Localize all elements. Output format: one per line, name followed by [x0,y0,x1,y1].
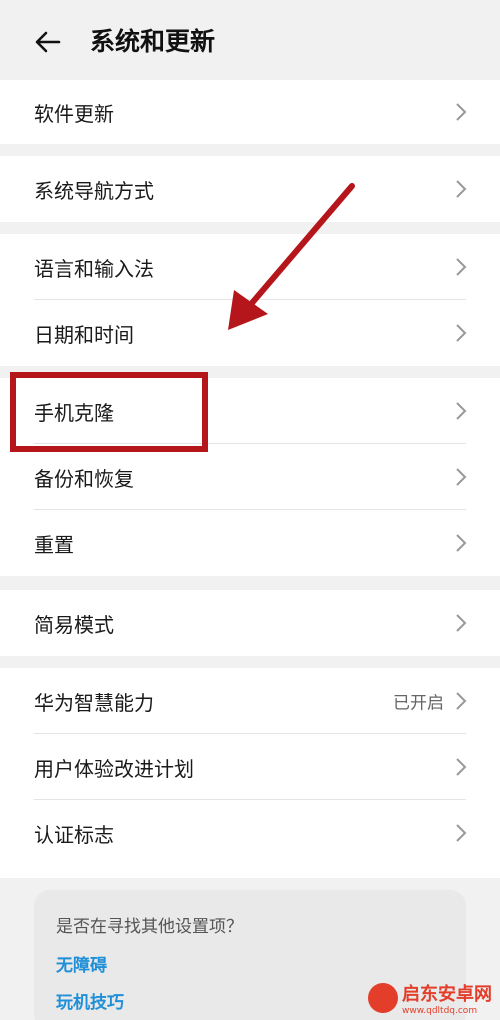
settings-item-label: 备份和恢复 [34,466,134,491]
settings-item-label: 语言和输入法 [34,256,154,281]
chevron-right-icon [456,402,467,420]
settings-item-label: 华为智慧能力 [34,690,154,715]
settings-item-certification[interactable]: 认证标志 [0,800,500,866]
header: 系统和更新 [0,0,500,80]
settings-item-label: 系统导航方式 [34,178,154,203]
chevron-right-icon [456,258,467,276]
back-button[interactable] [30,24,66,60]
settings-item-huawei-assistant[interactable]: 华为智慧能力 已开启 [0,668,500,734]
watermark-url: www.qdltdq.com [402,1006,478,1016]
settings-item-label: 日期和时间 [34,322,134,347]
settings-group: 软件更新 [0,80,500,144]
chevron-right-icon [456,614,467,632]
settings-item-label: 用户体验改进计划 [34,756,194,781]
chevron-right-icon [456,324,467,342]
settings-item-language-input[interactable]: 语言和输入法 [0,234,500,300]
settings-item-user-experience[interactable]: 用户体验改进计划 [0,734,500,800]
settings-group: 系统导航方式 [0,156,500,222]
chevron-right-icon [456,468,467,486]
watermark-logo-icon [368,983,398,1013]
chevron-right-icon [456,692,467,710]
settings-item-backup-restore[interactable]: 备份和恢复 [0,444,500,510]
arrow-left-icon [35,31,61,53]
chevron-right-icon [456,824,467,842]
settings-item-software-update[interactable]: 软件更新 [0,80,500,144]
watermark: 启东安卓网 www.qdltdq.com [368,980,492,1016]
settings-item-value: 已开启 [393,693,444,714]
settings-item-label: 软件更新 [34,101,114,126]
settings-item-label: 重置 [34,532,74,557]
settings-item-simple-mode[interactable]: 简易模式 [0,590,500,656]
chevron-right-icon [456,534,467,552]
watermark-name: 启东安卓网 [402,984,492,1005]
settings-item-date-time[interactable]: 日期和时间 [0,300,500,366]
page-title: 系统和更新 [90,27,216,56]
suggestion-question: 是否在寻找其他设置项？ [56,917,243,937]
chevron-right-icon [456,758,467,776]
suggestion-link-accessibility[interactable]: 无障碍 [56,951,444,976]
settings-item-label: 简易模式 [34,612,114,637]
settings-item-label: 认证标志 [34,822,114,847]
chevron-right-icon [456,180,467,198]
settings-group: 简易模式 [0,590,500,656]
settings-item-reset[interactable]: 重置 [0,510,500,576]
chevron-right-icon [456,103,467,121]
settings-group: 华为智慧能力 已开启 用户体验改进计划 认证标志 [0,668,500,878]
settings-group: 语言和输入法 日期和时间 [0,234,500,366]
highlight-box [10,372,208,452]
settings-item-navigation[interactable]: 系统导航方式 [0,156,500,222]
